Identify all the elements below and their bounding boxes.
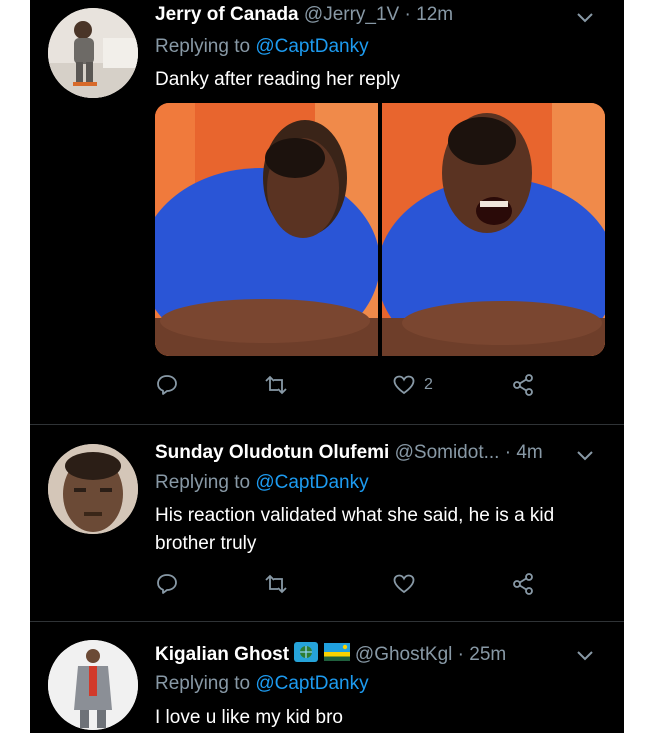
- like-button[interactable]: 2: [392, 373, 433, 397]
- separator-dot: ·: [504, 442, 512, 463]
- replying-to: Replying to @CaptDanky: [155, 673, 369, 695]
- like-icon: [393, 375, 415, 395]
- share-button[interactable]: [511, 572, 535, 596]
- replying-to-link[interactable]: @CaptDanky: [255, 673, 368, 694]
- reply-button[interactable]: [155, 373, 179, 397]
- replying-to: Replying to @CaptDanky: [155, 472, 369, 494]
- reply-icon: [157, 574, 177, 594]
- replying-to-link[interactable]: @CaptDanky: [255, 472, 368, 493]
- tweet-media[interactable]: [155, 103, 605, 356]
- avatar[interactable]: [48, 640, 138, 730]
- share-icon: [513, 573, 533, 595]
- avatar-photo: [48, 444, 138, 534]
- separator-dot: ·: [404, 4, 411, 25]
- divider: [30, 424, 624, 425]
- retweet-icon: [265, 375, 287, 395]
- tweet-header: Kigalian Ghost @GhostKgl · 25m: [155, 642, 506, 666]
- like-count: 2: [424, 376, 433, 393]
- globe-emoji-icon: [294, 642, 319, 662]
- display-name[interactable]: Jerry of Canada: [155, 4, 299, 25]
- tweet[interactable]: Jerry of Canada @Jerry_1V · 12m Replying…: [30, 0, 624, 426]
- rwanda-flag-icon: [323, 643, 350, 661]
- share-button[interactable]: [511, 373, 535, 397]
- handle[interactable]: @Jerry_1V: [304, 4, 399, 25]
- tweet-header: Jerry of Canada @Jerry_1V · 12m: [155, 4, 453, 26]
- replying-to-label: Replying to: [155, 673, 251, 694]
- media-image: [381, 103, 605, 356]
- chevron-down-icon[interactable]: [576, 650, 594, 662]
- reply-icon: [157, 375, 177, 395]
- display-name[interactable]: Sunday Oludotun Olufemi: [155, 442, 389, 463]
- media-panel-right: [381, 103, 605, 356]
- handle[interactable]: @GhostKgl: [355, 644, 452, 665]
- replying-to-label: Replying to: [155, 36, 251, 57]
- timeline: Jerry of Canada @Jerry_1V · 12m Replying…: [30, 0, 624, 733]
- share-icon: [513, 374, 533, 396]
- tweet-text: Danky after reading her reply: [155, 69, 401, 90]
- avatar-photo: [48, 8, 138, 98]
- avatar-photo: [48, 640, 138, 730]
- like-icon: [393, 574, 415, 594]
- tweet-actions: [155, 572, 615, 608]
- retweet-button[interactable]: [263, 373, 289, 397]
- timestamp[interactable]: 4m: [516, 442, 542, 463]
- display-name[interactable]: Kigalian Ghost: [155, 644, 289, 665]
- media-image: [155, 103, 379, 356]
- media-panel-left: [155, 103, 379, 356]
- replying-to-label: Replying to: [155, 472, 251, 493]
- timestamp[interactable]: 25m: [469, 644, 506, 665]
- timestamp[interactable]: 12m: [416, 4, 453, 25]
- tweet-text: I love u like my kid bro: [155, 707, 343, 728]
- chevron-down-icon[interactable]: [576, 450, 594, 462]
- reply-button[interactable]: [155, 572, 179, 596]
- tweet[interactable]: Sunday Oludotun Olufemi @Somidot... · 4m…: [30, 426, 624, 621]
- tweet[interactable]: Kigalian Ghost @GhostKgl · 25m Replying …: [30, 622, 624, 733]
- replying-to: Replying to @CaptDanky: [155, 36, 369, 58]
- separator-dot: ·: [457, 644, 464, 665]
- avatar[interactable]: [48, 8, 138, 98]
- retweet-button[interactable]: [263, 572, 289, 596]
- tweet-header: Sunday Oludotun Olufemi @Somidot... · 4m: [155, 442, 543, 464]
- handle[interactable]: @Somidot...: [395, 442, 500, 463]
- retweet-icon: [265, 574, 287, 594]
- replying-to-link[interactable]: @CaptDanky: [255, 36, 368, 57]
- like-button[interactable]: [392, 572, 416, 596]
- chevron-down-icon[interactable]: [576, 12, 594, 24]
- avatar[interactable]: [48, 444, 138, 534]
- tweet-text: His reaction validated what she said, he…: [155, 505, 555, 554]
- tweet-actions: 2: [155, 373, 615, 409]
